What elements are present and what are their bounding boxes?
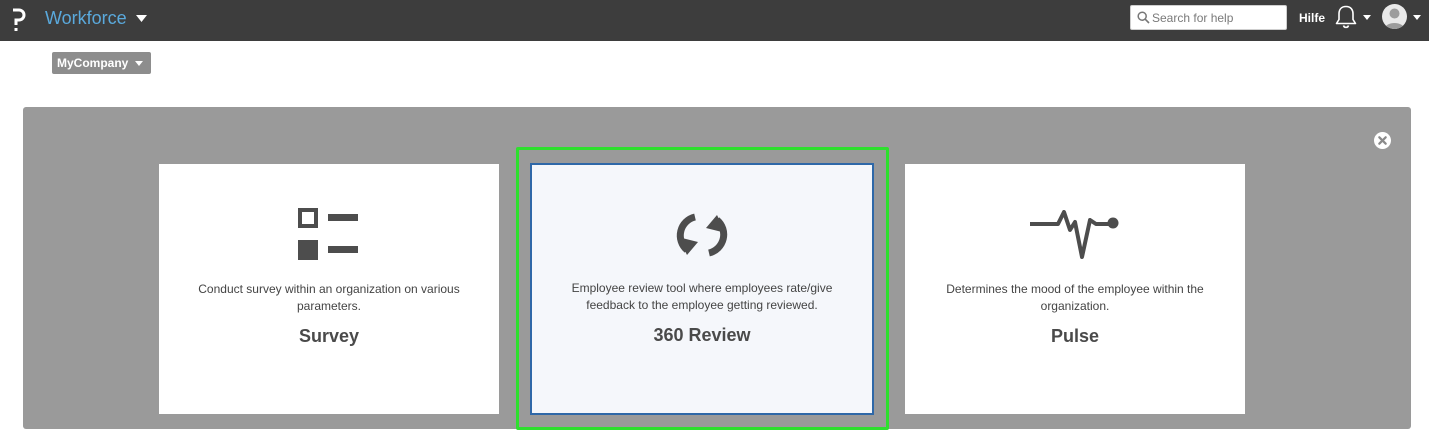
notification-bell-icon[interactable]: [1334, 4, 1358, 30]
search-icon: [1137, 11, 1150, 24]
user-icon: [1384, 8, 1405, 29]
search-input[interactable]: [1152, 9, 1282, 26]
chevron-down-icon[interactable]: [1363, 15, 1371, 20]
card-description: Conduct survey within an organization on…: [198, 282, 460, 313]
card-title: Survey: [298, 326, 360, 346]
top-navigation-bar: Workforce Hilfe: [0, 0, 1429, 41]
chevron-down-icon[interactable]: [136, 15, 147, 22]
card-description: Employee review tool where employees rat…: [571, 281, 833, 312]
user-avatar[interactable]: [1382, 4, 1407, 29]
refresh-icon: [676, 213, 728, 257]
pulse-card[interactable]: Determines the mood of the employee with…: [905, 164, 1245, 414]
app-logo-icon[interactable]: [11, 6, 27, 34]
company-selector[interactable]: MyCompany: [52, 52, 151, 74]
search-box[interactable]: [1130, 5, 1287, 30]
survey-card[interactable]: Conduct survey within an organization on…: [159, 164, 499, 414]
close-icon[interactable]: [1374, 132, 1391, 149]
company-selector-value: MyCompany: [57, 56, 129, 70]
360-review-card[interactable]: Employee review tool where employees rat…: [530, 163, 874, 415]
checklist-icon: [298, 208, 358, 260]
help-link[interactable]: Hilfe: [1299, 11, 1325, 25]
module-selection-panel: Conduct survey within an organization on…: [23, 107, 1411, 430]
card-description: Determines the mood of the employee with…: [946, 282, 1204, 313]
heartbeat-icon: [1030, 210, 1119, 259]
card-title: 360 Review: [653, 325, 751, 345]
chevron-down-icon: [135, 61, 143, 66]
app-title[interactable]: Workforce: [45, 8, 127, 28]
card-title: Pulse: [1050, 326, 1100, 346]
chevron-down-icon[interactable]: [1413, 15, 1421, 20]
